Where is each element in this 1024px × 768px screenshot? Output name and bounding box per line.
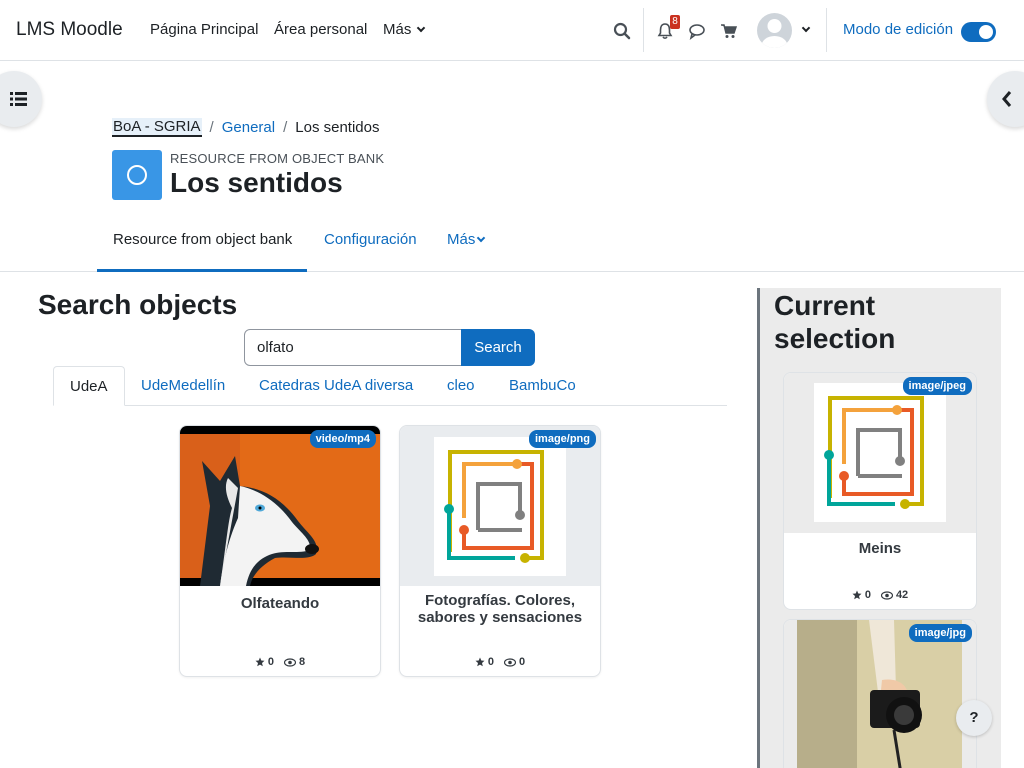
mime-badge: video/mp4	[309, 430, 376, 448]
site-brand[interactable]: LMS Moodle	[16, 19, 123, 41]
list-icon	[10, 92, 27, 106]
page-title: Los sentidos	[170, 167, 343, 198]
toggle-knob	[979, 25, 993, 39]
eye-icon	[284, 657, 296, 667]
nav-link-dashboard[interactable]: Área personal	[274, 21, 367, 38]
block-drawer-button[interactable]	[987, 71, 1024, 127]
selection-stats: 0 42	[784, 589, 976, 601]
search-title: Search objects	[38, 289, 238, 320]
stars-stat: 0	[475, 656, 494, 668]
breadcrumb-current: Los sentidos	[295, 119, 380, 136]
circle-icon	[127, 165, 147, 185]
breadcrumb: BoA - SGRIA / General / Los sentidos	[112, 118, 380, 137]
star-icon	[255, 657, 265, 667]
breadcrumb-separator: /	[283, 119, 288, 136]
secondary-navigation: Resource from object bank Configuración …	[0, 222, 1024, 272]
mime-badge: image/png	[528, 430, 596, 448]
nav-more-menu[interactable]: Más	[383, 21, 426, 38]
module-icon	[112, 150, 162, 200]
nav-link-home[interactable]: Página Principal	[150, 21, 258, 38]
nav-more-label: Más	[383, 21, 412, 38]
views-count: 8	[299, 656, 306, 668]
views-stat: 8	[284, 656, 305, 668]
navbar-divider	[826, 8, 827, 52]
selection-card[interactable]: image/jpg	[783, 619, 977, 768]
user-menu-chevron-icon[interactable]	[801, 23, 811, 33]
video-thumbnail	[180, 426, 380, 586]
views-stat: 0	[504, 656, 525, 668]
search-icon[interactable]	[613, 22, 631, 40]
tab-resource[interactable]: Resource from object bank	[97, 231, 307, 272]
chevron-down-icon	[417, 23, 426, 33]
stars-stat: 0	[255, 656, 274, 668]
result-card[interactable]: image/png Fotografías. Colores, sabores …	[399, 425, 601, 677]
top-navbar: LMS Moodle Página Principal Área persona…	[0, 0, 1024, 61]
result-card[interactable]: video/mp4 Olfateando 0 8	[179, 425, 381, 677]
mime-badge: image/jpg	[908, 624, 972, 642]
image-thumbnail	[400, 426, 600, 586]
selection-title: Current selection	[774, 290, 896, 354]
tab-catedras[interactable]: Catedras UdeA diversa	[259, 366, 413, 406]
search-button[interactable]: Search	[461, 329, 535, 366]
cart-icon[interactable]	[720, 22, 738, 40]
stars-count: 0	[267, 656, 274, 668]
result-stats: 0 0	[400, 656, 600, 668]
navbar-divider	[643, 8, 644, 52]
views-stat: 42	[880, 589, 909, 601]
course-index-drawer-button[interactable]	[0, 71, 42, 127]
chat-icon[interactable]	[688, 22, 706, 40]
image-thumbnail	[784, 620, 976, 768]
tab-settings[interactable]: Configuración	[324, 231, 417, 248]
current-selection-panel: Current selection image/jpeg Meins 0 42 …	[757, 288, 1001, 768]
edit-mode-label: Modo de edición	[843, 21, 954, 38]
notification-badge: 8	[670, 15, 680, 29]
repository-tabs: UdeA UdeMedellín Catedras UdeA diversa c…	[53, 366, 727, 406]
image-thumbnail	[784, 373, 976, 533]
tab-udemedellin[interactable]: UdeMedellín	[141, 366, 225, 406]
stars-stat: 0	[852, 589, 871, 601]
module-type: RESOURCE FROM OBJECT BANK	[170, 151, 385, 166]
help-button[interactable]: ?	[956, 700, 992, 736]
eye-icon	[504, 657, 516, 667]
edit-mode-toggle[interactable]	[961, 22, 996, 42]
mime-badge: image/jpeg	[902, 377, 972, 395]
breadcrumb-course[interactable]: BoA - SGRIA	[112, 118, 202, 137]
tab-cleo[interactable]: cleo	[447, 366, 475, 406]
chevron-left-icon	[1002, 91, 1012, 107]
star-icon	[852, 590, 862, 600]
stars-count: 0	[487, 656, 494, 668]
avatar[interactable]	[757, 13, 792, 48]
result-name: Fotografías. Colores, sabores y sensacio…	[417, 592, 583, 626]
chevron-down-icon	[477, 233, 486, 243]
secondary-more-menu[interactable]: Más	[447, 231, 486, 248]
selection-name: Meins	[858, 540, 902, 557]
tab-udea[interactable]: UdeA	[53, 366, 125, 406]
search-input[interactable]	[244, 329, 462, 366]
stars-count: 0	[864, 589, 871, 601]
views-count: 0	[519, 656, 526, 668]
secondary-more-label: Más	[447, 231, 476, 248]
views-count: 42	[895, 589, 909, 601]
breadcrumb-section[interactable]: General	[222, 119, 275, 136]
eye-icon	[880, 590, 893, 600]
result-name: Olfateando	[240, 595, 320, 612]
star-icon	[475, 657, 485, 667]
breadcrumb-separator: /	[209, 119, 214, 136]
result-stats: 0 8	[180, 656, 380, 668]
selection-card[interactable]: image/jpeg Meins 0 42	[783, 372, 977, 610]
tab-bambuco[interactable]: BambuCo	[509, 366, 576, 406]
